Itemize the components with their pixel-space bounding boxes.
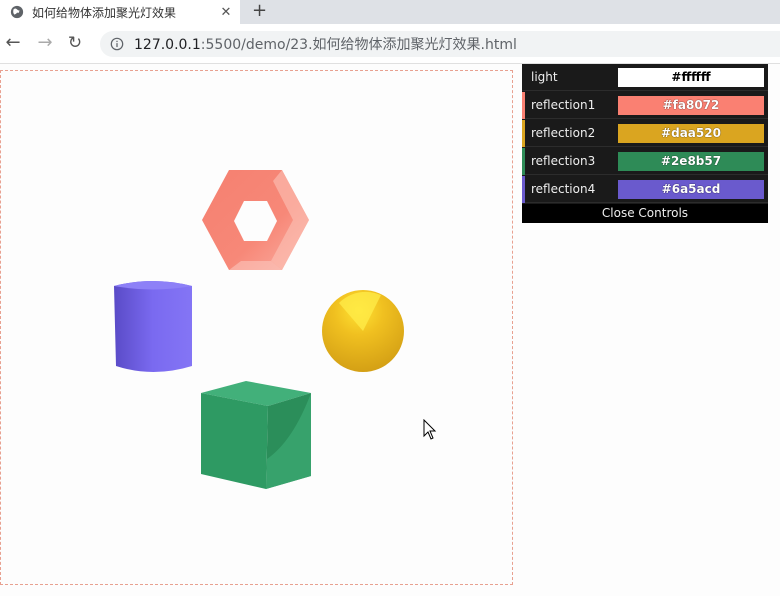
- color-picker-light[interactable]: #ffffff: [618, 68, 764, 87]
- tab-bar: 如何给物体添加聚光灯效果 ✕ +: [0, 0, 780, 24]
- control-label: reflection1: [531, 98, 596, 112]
- control-label: light: [531, 70, 558, 84]
- browser-toolbar: ← → ↻ 127.0.0.1:5500/demo/23.如何给物体添加聚光灯效…: [0, 24, 780, 64]
- tab-close-icon[interactable]: ✕: [218, 5, 234, 20]
- reload-icon[interactable]: ↻: [64, 32, 86, 54]
- mouse-cursor-icon: [423, 419, 437, 440]
- sphere: [322, 290, 404, 372]
- control-row-reflection4: reflection4 #6a5acd: [522, 176, 768, 203]
- url-path: :5500/demo/23.如何给物体添加聚光灯效果.html: [200, 37, 517, 53]
- color-picker-reflection1[interactable]: #fa8072: [618, 96, 764, 115]
- controls-panel: light #ffffff reflection1 #fa8072 reflec…: [522, 64, 768, 223]
- forward-arrow-icon[interactable]: →: [34, 32, 56, 54]
- control-row-reflection1: reflection1 #fa8072: [522, 92, 768, 119]
- color-picker-reflection4[interactable]: #6a5acd: [618, 180, 764, 199]
- cylinder: [114, 281, 192, 372]
- url-text[interactable]: 127.0.0.1:5500/demo/23.如何给物体添加聚光灯效果.html: [134, 34, 517, 54]
- control-row-light: light #ffffff: [522, 64, 768, 91]
- close-controls-button[interactable]: Close Controls: [522, 204, 768, 223]
- row-accent-bar: [522, 120, 525, 147]
- row-accent-bar: [522, 176, 525, 203]
- control-label: reflection2: [531, 126, 596, 140]
- control-label: reflection3: [531, 154, 596, 168]
- color-picker-reflection3[interactable]: #2e8b57: [618, 152, 764, 171]
- control-row-reflection3: reflection3 #2e8b57: [522, 148, 768, 175]
- url-host: 127.0.0.1: [134, 37, 201, 53]
- cube: [201, 381, 311, 489]
- webgl-canvas[interactable]: [0, 70, 513, 585]
- control-row-reflection2: reflection2 #daa520: [522, 120, 768, 147]
- browser-tab[interactable]: 如何给物体添加聚光灯效果 ✕: [0, 0, 240, 24]
- color-picker-reflection2[interactable]: #daa520: [618, 124, 764, 143]
- address-bar[interactable]: 127.0.0.1:5500/demo/23.如何给物体添加聚光灯效果.html: [100, 31, 780, 57]
- tab-title: 如何给物体添加聚光灯效果: [32, 5, 177, 20]
- row-accent-bar: [522, 64, 525, 91]
- control-label: reflection4: [531, 182, 596, 196]
- scene-render: [114, 170, 404, 489]
- row-accent-bar: [522, 148, 525, 175]
- hexagon-torus: [202, 170, 309, 270]
- new-tab-button[interactable]: +: [252, 0, 267, 24]
- info-icon[interactable]: [110, 37, 124, 51]
- back-arrow-icon[interactable]: ←: [2, 32, 24, 54]
- globe-icon: [10, 5, 24, 19]
- row-accent-bar: [522, 92, 525, 119]
